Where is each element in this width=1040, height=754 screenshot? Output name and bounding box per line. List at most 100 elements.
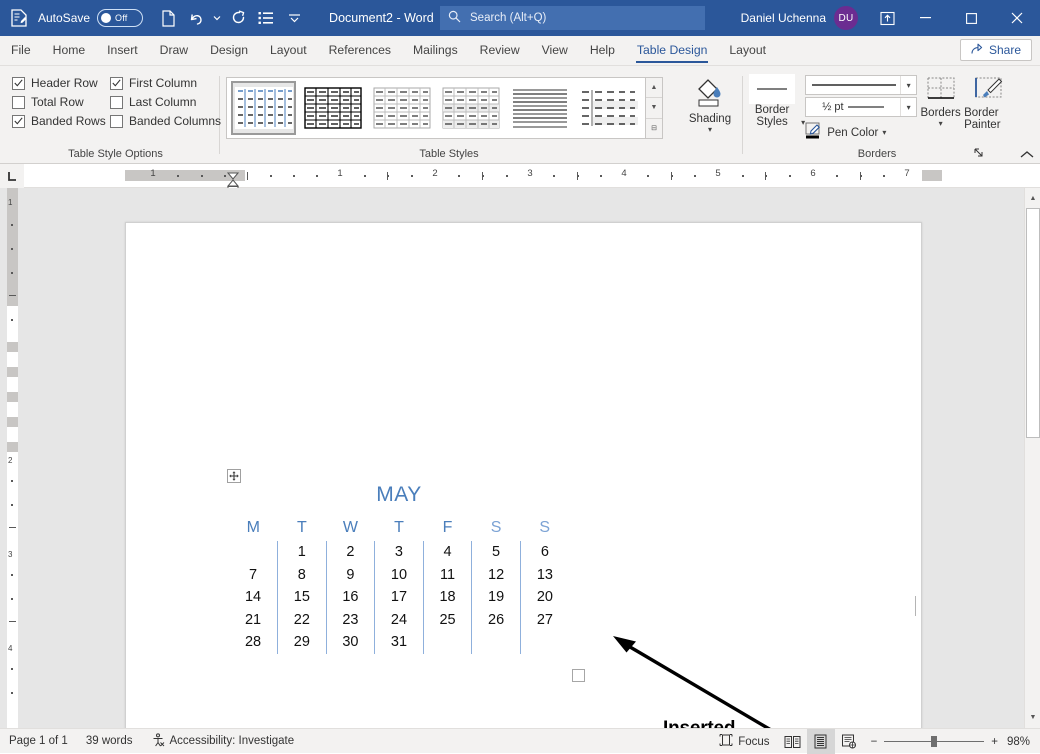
tab-insert[interactable]: Insert (96, 36, 148, 65)
print-layout-icon[interactable] (807, 729, 835, 754)
calendar-day-cell[interactable]: 30 (326, 631, 375, 654)
calendar-day-cell[interactable]: 29 (278, 631, 327, 654)
tab-references[interactable]: References (318, 36, 402, 65)
calendar-week-row[interactable]: 21 22 23 24 25 26 27 (229, 609, 569, 632)
calendar-day-cell[interactable] (423, 631, 472, 654)
calendar-day-cell[interactable]: 2 (326, 541, 375, 564)
pen-color-button[interactable]: Pen Color ▾ (805, 122, 917, 143)
table-resize-handle-icon[interactable] (572, 669, 585, 682)
tab-layout[interactable]: Layout (259, 36, 318, 65)
table-styles-scroll[interactable]: ▲ ▼ ⊟ (646, 77, 663, 139)
calendar-day-cell[interactable] (520, 631, 569, 654)
calendar-day-cell[interactable]: 20 (520, 586, 569, 609)
tab-table-design[interactable]: Table Design (626, 36, 718, 65)
left-tab-stop-icon[interactable] (0, 164, 24, 188)
calendar-day-cell[interactable]: 12 (472, 564, 521, 587)
calendar-day-cell[interactable]: 17 (375, 586, 424, 609)
tab-table-layout[interactable]: Layout (718, 36, 777, 65)
calendar-day-cell[interactable]: 14 (229, 586, 278, 609)
scroll-up-arrow-icon[interactable]: ▲ (1025, 190, 1040, 207)
calendar-table[interactable]: MAY M T W T F S S 1 2 3 4 5 (229, 483, 569, 654)
calendar-grid[interactable]: M T W T F S S 1 2 3 4 5 6 (229, 515, 569, 654)
undo-icon[interactable] (183, 5, 209, 31)
zoom-level[interactable]: 98% (1006, 736, 1040, 748)
calendar-day-cell[interactable]: 18 (423, 586, 472, 609)
tab-help[interactable]: Help (579, 36, 626, 65)
calendar-day-cell[interactable]: 19 (472, 586, 521, 609)
read-mode-icon[interactable] (779, 729, 807, 754)
table-style-banded-grid[interactable] (438, 81, 503, 135)
scroll-down-arrow-icon[interactable]: ▼ (1025, 709, 1040, 726)
calendar-week-row[interactable]: 28 29 30 31 (229, 631, 569, 654)
calendar-day-cell[interactable]: 8 (278, 564, 327, 587)
chevron-down-icon[interactable]: ▾ (900, 76, 916, 94)
zoom-track[interactable] (884, 741, 984, 742)
table-styles-gallery[interactable] (226, 77, 646, 139)
focus-button[interactable]: Focus (710, 729, 778, 754)
collapse-ribbon-icon[interactable] (1020, 150, 1034, 162)
calendar-week-row[interactable]: 14 15 16 17 18 19 20 (229, 586, 569, 609)
table-style-first-column[interactable] (576, 81, 641, 135)
scrollbar-thumb[interactable] (1026, 208, 1040, 438)
calendar-week-row[interactable]: 1 2 3 4 5 6 (229, 541, 569, 564)
border-styles-button[interactable]: Border Styles (743, 72, 801, 128)
border-painter-button[interactable]: Border Painter (964, 72, 1011, 131)
maximize-button[interactable] (948, 0, 994, 36)
bullet-list-icon[interactable] (253, 5, 279, 31)
calendar-day-cell[interactable]: 1 (278, 541, 327, 564)
zoom-slider[interactable]: − + (863, 736, 1006, 748)
zoom-knob[interactable] (931, 736, 937, 747)
checkbox-header-row[interactable]: Header Row (12, 76, 110, 90)
scroll-up-icon[interactable]: ▲ (646, 78, 662, 98)
search-input[interactable]: Search (Alt+Q) (470, 12, 546, 24)
scroll-down-icon[interactable]: ▼ (646, 98, 662, 118)
calendar-week-row[interactable]: 7 8 9 10 11 12 13 (229, 564, 569, 587)
calendar-day-cell[interactable]: 7 (229, 564, 278, 587)
web-layout-icon[interactable] (835, 729, 863, 754)
new-document-icon[interactable] (155, 5, 181, 31)
tab-mailings[interactable]: Mailings (402, 36, 469, 65)
calendar-day-cell[interactable]: 26 (472, 609, 521, 632)
tab-file[interactable]: File (0, 36, 42, 65)
word-count[interactable]: 39 words (77, 729, 142, 754)
accessibility-status[interactable]: Accessibility: Investigate (142, 729, 304, 754)
zoom-out-button[interactable]: − (871, 736, 878, 748)
vertical-ruler[interactable]: 1 2 3 4 (0, 188, 24, 728)
redo-icon[interactable] (225, 5, 251, 31)
borders-button[interactable]: Borders ▾ (917, 72, 964, 128)
calendar-day-cell[interactable] (472, 631, 521, 654)
minimize-button[interactable] (902, 0, 948, 36)
chevron-down-icon[interactable]: ▾ (882, 128, 886, 137)
avatar[interactable]: DU (834, 6, 858, 30)
calendar-day-cell[interactable]: 13 (520, 564, 569, 587)
shading-button[interactable]: Shading ▾ (681, 72, 739, 134)
checkbox-banded-columns[interactable]: Banded Columns (110, 114, 230, 128)
calendar-day-cell[interactable]: 28 (229, 631, 278, 654)
line-style-dropdown[interactable]: ▾ (805, 75, 917, 95)
search-box[interactable]: Search (Alt+Q) (440, 6, 705, 30)
table-move-handle-icon[interactable] (227, 469, 241, 483)
chevron-down-icon[interactable]: ▾ (708, 125, 712, 134)
zoom-in-button[interactable]: + (991, 736, 998, 748)
table-style-horizontal-lines[interactable] (507, 81, 572, 135)
autosave-toggle[interactable]: Off (97, 9, 143, 27)
customize-quick-access-toolbar-icon[interactable] (281, 5, 307, 31)
tab-view[interactable]: View (531, 36, 579, 65)
calendar-day-cell[interactable]: 25 (423, 609, 472, 632)
share-button[interactable]: Share (960, 39, 1032, 61)
page-info[interactable]: Page 1 of 1 (0, 729, 77, 754)
checkbox-last-column[interactable]: Last Column (110, 95, 230, 109)
ribbon-display-options-icon[interactable] (872, 0, 902, 36)
undo-dropdown-icon[interactable] (211, 5, 223, 31)
chevron-down-icon[interactable]: ▾ (900, 98, 916, 116)
calendar-day-cell[interactable]: 31 (375, 631, 424, 654)
more-styles-icon[interactable]: ⊟ (646, 119, 662, 138)
tab-draw[interactable]: Draw (149, 36, 199, 65)
calendar-day-cell[interactable]: 22 (278, 609, 327, 632)
line-width-dropdown[interactable]: ½ pt ▾ (805, 97, 917, 117)
calendar-day-cell[interactable]: 9 (326, 564, 375, 587)
calendar-day-cell[interactable]: 21 (229, 609, 278, 632)
tab-home[interactable]: Home (42, 36, 97, 65)
calendar-day-cell[interactable]: 6 (520, 541, 569, 564)
tab-design[interactable]: Design (199, 36, 259, 65)
